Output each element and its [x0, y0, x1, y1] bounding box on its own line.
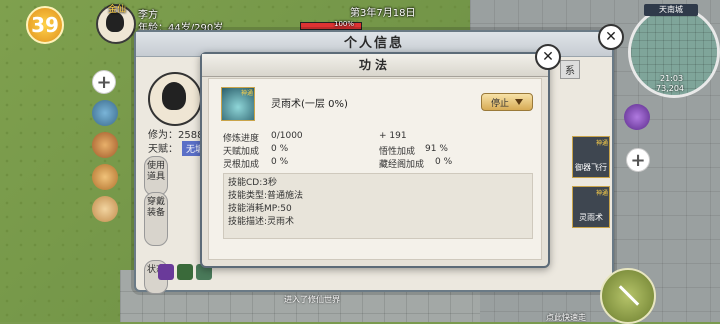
progress-label: 修炼进度 — [223, 134, 260, 144]
skill-slot-flight[interactable]: 神通 御器飞行 — [572, 136, 610, 178]
skill-description: 技能描述:灵雨术 — [228, 217, 295, 227]
talent-bonus-value: 0 % — [271, 144, 289, 154]
status-effect-icon[interactable] — [177, 264, 193, 280]
talent-bonus-label: 天赋加成 — [223, 147, 260, 157]
level-badge[interactable]: 39 — [26, 6, 64, 44]
tab-use-item[interactable]: 使用道具 — [144, 156, 168, 196]
profile-avatar — [148, 72, 202, 126]
profile-talent-label: 天赋： — [148, 144, 178, 155]
npc-pet-icon[interactable] — [92, 196, 118, 222]
plus-button[interactable]: + — [92, 70, 116, 94]
comprehension-label: 悟性加成 — [379, 147, 416, 157]
skill-slot-label: 御器飞行 — [575, 163, 607, 172]
skill-slot-tag: 神通 — [595, 190, 608, 197]
enemy-icon[interactable] — [624, 104, 650, 130]
library-bonus-value: 0 % — [435, 157, 453, 167]
library-bonus-label: 藏经阁加成 — [379, 160, 425, 170]
skill-mp-cost: 技能消耗MP:50 — [228, 204, 292, 214]
enemy-hp-text: 100% — [334, 20, 355, 28]
profile-close-icon[interactable]: ✕ — [598, 24, 624, 50]
profile-extra-tab[interactable]: 系 — [560, 60, 580, 79]
skill-rain-icon: 神通 — [221, 87, 255, 121]
root-bonus-value: 0 % — [271, 157, 289, 167]
world-date: 第3年7月18日 — [350, 8, 416, 19]
skill-close-icon[interactable]: ✕ — [535, 44, 561, 70]
add-button-right[interactable]: + — [626, 148, 650, 172]
npc-monk-icon[interactable] — [92, 132, 118, 158]
skill-window-body: 神通 灵雨术(一层 0%) 停止 修炼进度 0/1000 + 191 天赋加成 … — [208, 78, 542, 260]
minimap-coords: 73,204 — [656, 84, 684, 93]
chat-message: 进入了修仙世界 — [284, 295, 340, 304]
quick-walk-hint[interactable]: 点此快速走 — [546, 312, 586, 323]
npc-beast-icon[interactable] — [92, 164, 118, 190]
skill-window: 功法 神通 灵雨术(一层 0%) 停止 修炼进度 0/1000 + 191 天赋… — [200, 52, 550, 268]
stop-button[interactable]: 停止 — [481, 93, 533, 111]
cultivation-tag: 金仙 — [108, 5, 127, 15]
skill-slot-label: 灵雨术 — [579, 213, 603, 222]
progress-gain: + 191 — [379, 131, 407, 141]
skill-cd: 技能CD:3秒 — [228, 178, 277, 188]
minimap-time: 21:03 — [660, 74, 684, 83]
profile-talent: 天赋： 无垢 — [148, 140, 209, 156]
progress-value: 0/1000 — [271, 131, 303, 141]
skill-name: 灵雨术(一层 0%) — [271, 99, 348, 110]
level-value: 39 — [31, 13, 59, 37]
npc-character-icon[interactable] — [92, 100, 118, 126]
attack-sword-icon[interactable] — [600, 268, 656, 324]
skill-slot-tag: 神通 — [595, 140, 608, 147]
status-effect-icon[interactable] — [158, 264, 174, 280]
skill-window-title: 功法 — [202, 54, 548, 77]
chevron-down-icon — [515, 99, 523, 105]
tab-equip[interactable]: 穿戴装备 — [144, 192, 168, 246]
skill-info-box: 技能CD:3秒 技能类型:普通施法 技能消耗MP:50 技能描述:灵雨术 — [223, 173, 533, 239]
skill-slot-rain[interactable]: 神通 灵雨术 — [572, 186, 610, 228]
root-bonus-label: 灵根加成 — [223, 160, 260, 170]
skill-icon-tag: 神通 — [240, 90, 253, 97]
left-action-column: + — [92, 70, 118, 222]
skill-type: 技能类型:普通施法 — [228, 191, 304, 201]
profile-cultivation: 修为：2588 — [148, 130, 204, 141]
minimap-city: 天南城 — [644, 4, 698, 16]
stop-button-label: 停止 — [490, 98, 509, 109]
comprehension-value: 91 % — [425, 144, 448, 154]
